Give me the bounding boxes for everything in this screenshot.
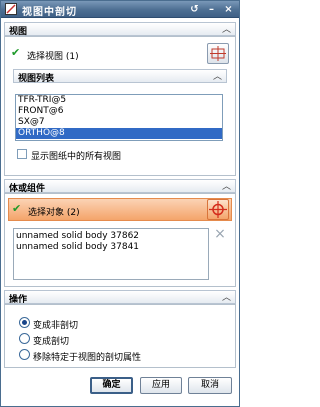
view-list-title: 视图列表 bbox=[18, 74, 55, 84]
reset-icon[interactable]: ↺ bbox=[189, 4, 200, 15]
remove-icon[interactable]: × bbox=[212, 227, 228, 243]
list-item[interactable]: FRONT@6 bbox=[16, 106, 222, 117]
apply-button[interactable]: 应用 bbox=[140, 377, 182, 394]
view-crosshair-icon bbox=[210, 46, 226, 61]
show-all-row[interactable]: 显示图纸中的所有视图 bbox=[17, 149, 217, 162]
list-item[interactable]: TFR-TRI@5 bbox=[16, 95, 222, 106]
select-view-label: 选择视图 (1) bbox=[27, 52, 79, 62]
view-section: ✔ 选择视图 (1) 视图列表 ︿ TFR-TRI@5 FRONT@6 SX@7… bbox=[4, 36, 236, 176]
section-view-icon bbox=[5, 3, 17, 15]
title-bar[interactable]: 视图中剖切 ↺ – × bbox=[1, 1, 239, 18]
select-object-label: 选择对象 (2) bbox=[28, 208, 80, 218]
operation-section: 变成非剖切 变成剖切 移除特定于视图的剖切属性 bbox=[4, 304, 236, 368]
list-item[interactable]: unnamed solid body 37862 bbox=[14, 231, 208, 242]
option-label[interactable]: 变成剖切 bbox=[33, 334, 69, 347]
operation-section-header[interactable]: 操作 ︿ bbox=[4, 290, 236, 305]
cancel-button[interactable]: 取消 bbox=[188, 377, 232, 394]
show-all-label: 显示图纸中的所有视图 bbox=[31, 152, 122, 162]
check-icon: ✔ bbox=[12, 202, 22, 215]
radio-make-non-section[interactable] bbox=[19, 317, 30, 328]
select-view-row[interactable]: ✔ 选择视图 (1) bbox=[9, 43, 229, 65]
option-label[interactable]: 变成非剖切 bbox=[33, 318, 78, 331]
list-item-selected[interactable]: ORTHO@8 bbox=[16, 128, 222, 139]
ok-button[interactable]: 确定 bbox=[90, 377, 133, 394]
collapse-icon[interactable]: ︿ bbox=[222, 179, 231, 192]
select-object-row[interactable]: ✔ 选择对象 (2) bbox=[8, 198, 232, 221]
window-title: 视图中剖切 bbox=[22, 7, 77, 18]
close-icon[interactable]: × bbox=[223, 4, 234, 15]
crosshair-icon bbox=[209, 201, 227, 218]
option-label[interactable]: 移除特定于视图的剖切属性 bbox=[33, 350, 141, 363]
dialog-window: 视图中剖切 ↺ – × 视图 ︿ ✔ 选择视图 (1) 视图列表 ︿ TFR-T… bbox=[0, 0, 240, 407]
minimize-icon[interactable]: – bbox=[206, 4, 217, 15]
show-all-checkbox[interactable] bbox=[17, 149, 27, 159]
select-object-button[interactable] bbox=[207, 199, 229, 220]
radio-make-section[interactable] bbox=[19, 333, 30, 344]
radio-remove-view-specific[interactable] bbox=[19, 349, 30, 360]
body-list[interactable]: unnamed solid body 37862 unnamed solid b… bbox=[13, 228, 209, 280]
check-icon: ✔ bbox=[11, 46, 21, 59]
list-item[interactable]: SX@7 bbox=[16, 117, 222, 128]
select-view-button[interactable] bbox=[207, 43, 229, 64]
collapse-icon[interactable]: ︿ bbox=[222, 22, 231, 35]
body-section-header[interactable]: 体或组件 ︿ bbox=[4, 179, 236, 194]
view-list-header[interactable]: 视图列表 ︿ bbox=[13, 69, 227, 84]
view-section-header[interactable]: 视图 ︿ bbox=[4, 22, 236, 37]
view-list[interactable]: TFR-TRI@5 FRONT@6 SX@7 ORTHO@8 bbox=[15, 94, 223, 141]
collapse-icon[interactable]: ︿ bbox=[222, 290, 231, 303]
collapse-icon[interactable]: ︿ bbox=[213, 69, 222, 82]
body-section: ✔ 选择对象 (2) unnamed solid body 37862 unna… bbox=[4, 193, 236, 287]
list-item[interactable]: unnamed solid body 37841 bbox=[14, 242, 208, 253]
